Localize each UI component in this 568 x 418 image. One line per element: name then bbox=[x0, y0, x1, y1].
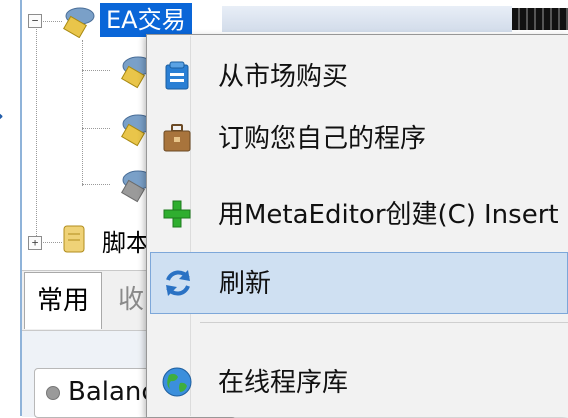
script-scroll-icon bbox=[58, 222, 92, 262]
globe-icon bbox=[160, 365, 194, 399]
tab-common[interactable]: 常用 bbox=[24, 272, 103, 329]
menu-item-label: 订购您自己的程序 bbox=[218, 124, 427, 154]
menu-item-label: 在线程序库 bbox=[218, 368, 349, 398]
menu-separator bbox=[200, 322, 568, 323]
tree-connector bbox=[82, 40, 83, 186]
menu-item-buy-from-market[interactable]: 从市场购买 bbox=[150, 46, 568, 108]
menu-item-order-program[interactable]: 订购您自己的程序 bbox=[150, 108, 568, 170]
tree-connector bbox=[82, 184, 110, 185]
green-plus-icon bbox=[160, 197, 194, 231]
menu-item-label: 刷新 bbox=[219, 269, 272, 299]
menu-item-online-library[interactable]: 在线程序库 bbox=[150, 352, 568, 414]
status-dot-icon bbox=[46, 386, 60, 400]
market-bag-icon bbox=[160, 59, 194, 93]
scripts-node-label[interactable]: 脚本 bbox=[102, 226, 150, 260]
toolbar-stub bbox=[512, 8, 568, 30]
menu-item-create-metaeditor[interactable]: 用MetaEditor创建(C) Insert bbox=[150, 184, 568, 246]
title-strip bbox=[222, 6, 512, 32]
tree-connector bbox=[82, 70, 110, 71]
ea-node-label[interactable]: EA交易 bbox=[100, 3, 192, 37]
refresh-icon bbox=[161, 266, 195, 300]
briefcase-icon bbox=[160, 121, 194, 155]
collapse-toggle[interactable]: − bbox=[28, 14, 42, 28]
left-margin bbox=[0, 0, 22, 416]
menu-item-shortcut: Insert bbox=[484, 200, 559, 230]
menu-item-label: 用MetaEditor创建(C) bbox=[218, 200, 476, 230]
expert-advisor-icon bbox=[58, 4, 98, 42]
tree-connector bbox=[82, 128, 110, 129]
chevron-right-icon: › bbox=[0, 100, 16, 132]
tree-connector bbox=[36, 24, 37, 244]
menu-item-refresh[interactable]: 刷新 bbox=[150, 252, 568, 314]
expand-toggle[interactable]: + bbox=[28, 236, 42, 250]
menu-item-label: 从市场购买 bbox=[218, 62, 349, 92]
